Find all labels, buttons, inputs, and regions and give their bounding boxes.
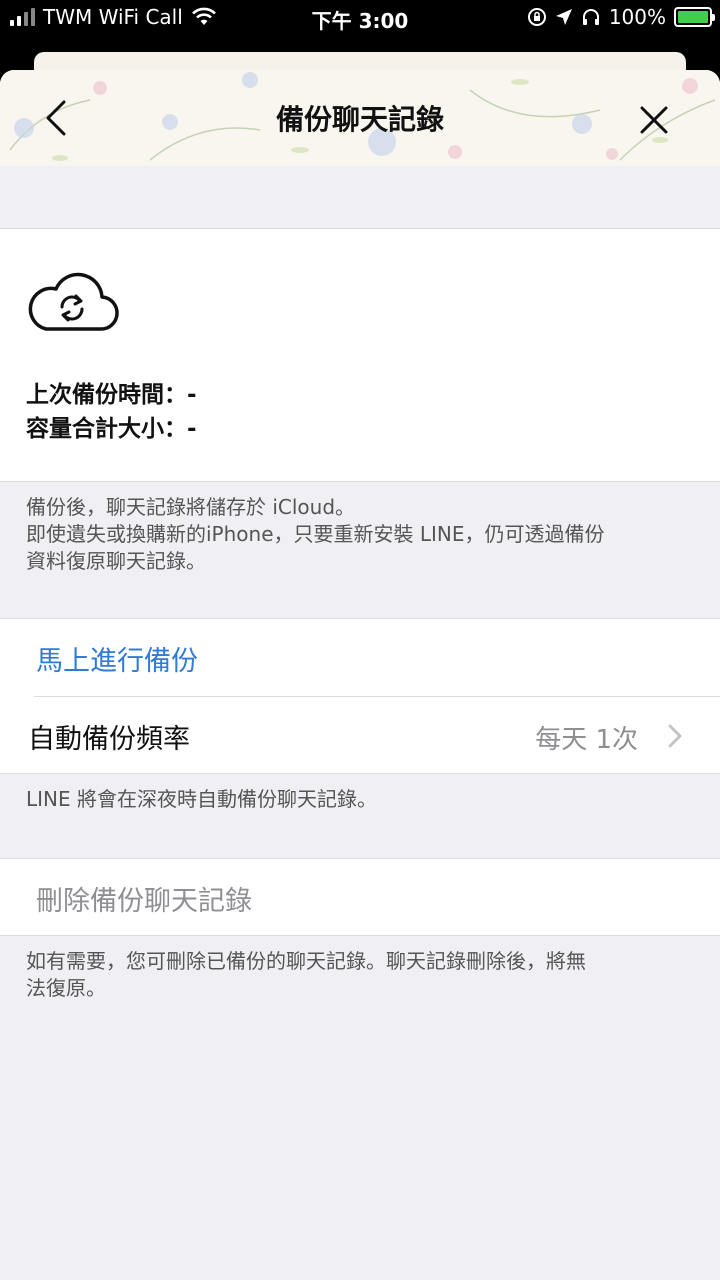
backup-description: 備份後，聊天記錄將儲存於 iCloud。 即使遺失或換購新的iPhone，只要重… [0, 482, 720, 618]
chevron-right-icon [668, 724, 682, 748]
battery-percent: 100% [608, 5, 666, 29]
last-backup-time: 上次備份時間：- [26, 382, 197, 408]
cloud-sync-icon [28, 272, 119, 331]
auto-backup-label: 自動備份頻率 [28, 724, 190, 755]
backup-description-line: 資料復原聊天記錄。 [26, 549, 206, 573]
backup-now-button[interactable]: 馬上進行備份 [0, 619, 720, 697]
auto-backup-note: LINE 將會在深夜時自動備份聊天記錄。 [0, 774, 720, 858]
backup-description-line: 備份後，聊天記錄將儲存於 iCloud。 [26, 495, 356, 519]
total-size: 容量合計大小：- [26, 416, 197, 442]
backup-actions-panel: 馬上進行備份 自動備份頻率 每天 1次 [0, 618, 720, 774]
delete-note-line: 如有需要，您可刪除已備份的聊天記錄。聊天記錄刪除後，將無 [26, 949, 586, 973]
status-bar: TWM WiFi Call 下午 3:00 100% [0, 0, 720, 36]
delete-backup-button[interactable]: 刪除備份聊天記錄 [0, 859, 720, 937]
orientation-lock-icon [527, 8, 546, 26]
backup-info-panel: 上次備份時間：- 容量合計大小：- [0, 228, 720, 482]
battery-icon [674, 7, 715, 27]
delete-note-line: 法復原。 [26, 976, 106, 1000]
nav-bar: 備份聊天記錄 [0, 70, 720, 166]
backup-description-line: 即使遺失或換購新的iPhone，只要重新安裝 LINE，仍可透過備份 [26, 522, 605, 546]
delete-backup-panel: 刪除備份聊天記錄 [0, 858, 720, 936]
page-title: 備份聊天記錄 [275, 103, 444, 136]
delete-note: 如有需要，您可刪除已備份的聊天記錄。聊天記錄刪除後，將無 法復原。 [0, 936, 720, 1002]
auto-backup-value: 每天 1次 [535, 725, 638, 755]
auto-backup-frequency-row[interactable]: 自動備份頻率 每天 1次 [0, 697, 720, 775]
delete-backup-label: 刪除備份聊天記錄 [36, 886, 252, 917]
backup-now-label: 馬上進行備份 [36, 646, 198, 677]
location-icon [555, 9, 572, 25]
backup-sheet: 備份聊天記錄 上次備份時間：- 容量合計大小：- 備份後，聊天記錄將儲存於 iC… [0, 70, 720, 1280]
status-right: 100% [527, 5, 715, 29]
headphones-icon [582, 9, 599, 25]
auto-backup-note-text: LINE 將會在深夜時自動備份聊天記錄。 [26, 787, 377, 811]
close-icon[interactable] [638, 104, 670, 136]
